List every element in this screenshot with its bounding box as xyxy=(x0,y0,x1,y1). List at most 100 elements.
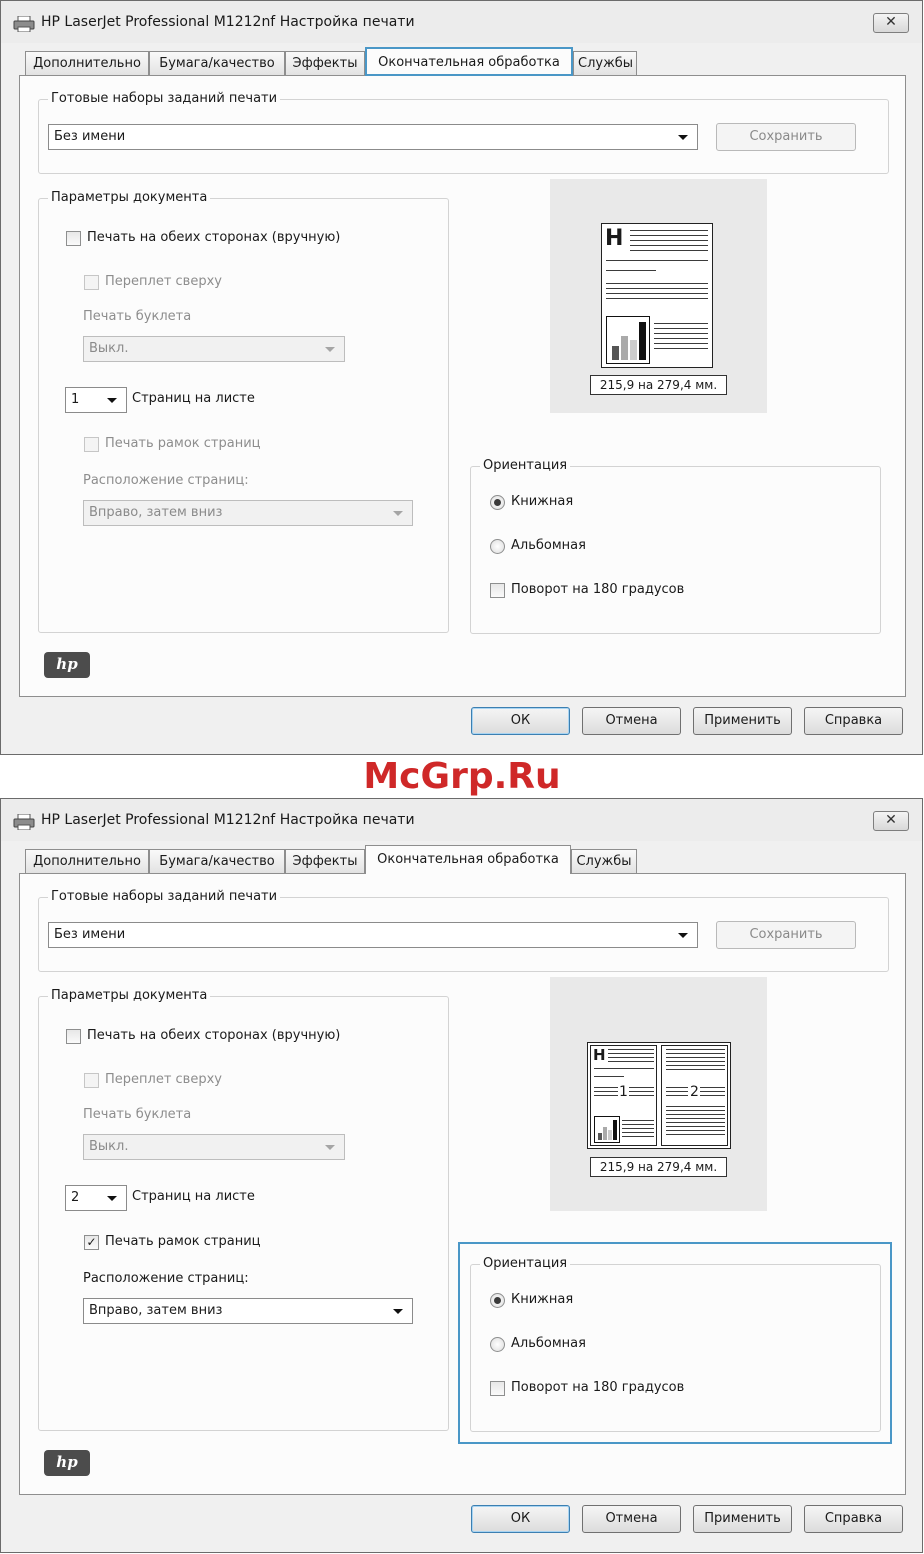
document-options-group xyxy=(38,198,449,633)
page-order-label: Расположение страниц: xyxy=(83,473,249,488)
hp-logo: hp xyxy=(44,652,90,678)
print-borders-checkbox[interactable] xyxy=(84,437,99,452)
tab-effects[interactable]: Эффекты xyxy=(285,849,365,873)
landscape-radio[interactable] xyxy=(490,539,505,554)
chevron-down-icon xyxy=(678,135,688,140)
orientation-label: Ориентация xyxy=(480,458,571,473)
rotate-180-checkbox[interactable] xyxy=(490,583,505,598)
flip-up-checkbox[interactable] xyxy=(84,275,99,290)
booklet-value: Выкл. xyxy=(89,1139,129,1154)
document-options-group xyxy=(38,996,449,1431)
window-title: HP LaserJet Professional M1212nf Настрой… xyxy=(41,14,415,30)
page-preview: H 1 2 215,9 на 279,4 мм. xyxy=(550,977,767,1211)
booklet-dropdown[interactable]: Выкл. xyxy=(83,1134,345,1160)
help-button[interactable]: Справка xyxy=(804,1505,903,1533)
page-order-dropdown[interactable]: Вправо, затем вниз xyxy=(83,500,413,526)
flip-up-checkbox[interactable] xyxy=(84,1073,99,1088)
presets-dropdown[interactable]: Без имени xyxy=(48,124,698,150)
document-options-label: Параметры документа xyxy=(48,988,211,1003)
duplex-checkbox[interactable] xyxy=(66,1029,81,1044)
landscape-radio[interactable] xyxy=(490,1337,505,1352)
cancel-button[interactable]: Отмена xyxy=(582,1505,681,1533)
presets-group-label: Готовые наборы заданий печати xyxy=(48,91,281,106)
rotate-180-label: Поворот на 180 градусов xyxy=(511,582,685,597)
ok-button[interactable]: ОК xyxy=(471,1505,570,1533)
ok-button[interactable]: ОК xyxy=(471,707,570,735)
hp-logo: hp xyxy=(44,1450,90,1476)
tab-panel: Готовые наборы заданий печати Без имени … xyxy=(19,873,906,1495)
page-order-label: Расположение страниц: xyxy=(83,1271,249,1286)
preview-sheet: H 1 2 xyxy=(587,1042,731,1149)
page-order-value: Вправо, затем вниз xyxy=(89,505,223,520)
save-preset-button[interactable]: Сохранить xyxy=(716,921,856,949)
tab-finishing[interactable]: Окончательная обработка xyxy=(365,47,573,76)
tab-advanced[interactable]: Дополнительно xyxy=(25,51,149,75)
cancel-button[interactable]: Отмена xyxy=(582,707,681,735)
portrait-label: Книжная xyxy=(511,1292,574,1307)
chevron-down-icon xyxy=(107,398,117,403)
pages-per-sheet-label: Страниц на листе xyxy=(132,1189,255,1204)
flip-up-label: Переплет сверху xyxy=(105,274,222,289)
pages-per-sheet-label: Страниц на листе xyxy=(132,391,255,406)
rotate-180-checkbox[interactable] xyxy=(490,1381,505,1396)
apply-button[interactable]: Применить xyxy=(693,707,792,735)
page-number-2: 2 xyxy=(690,1084,699,1100)
tab-advanced[interactable]: Дополнительно xyxy=(25,849,149,873)
landscape-label: Альбомная xyxy=(511,1336,586,1351)
booklet-dropdown[interactable]: Выкл. xyxy=(83,336,345,362)
page-preview: H 215,9 на 279,4 мм. xyxy=(550,179,767,413)
flip-up-label: Переплет сверху xyxy=(105,1072,222,1087)
rotate-180-label: Поворот на 180 градусов xyxy=(511,1380,685,1395)
apply-button[interactable]: Применить xyxy=(693,1505,792,1533)
duplex-label: Печать на обеих сторонах (вручную) xyxy=(87,230,341,245)
page-order-value: Вправо, затем вниз xyxy=(89,1303,223,1318)
paper-size-label: 215,9 на 279,4 мм. xyxy=(590,1157,727,1177)
tab-services[interactable]: Службы xyxy=(571,849,637,873)
check-icon: ✓ xyxy=(86,1235,97,1249)
portrait-radio[interactable] xyxy=(490,1293,505,1308)
print-settings-dialog-2: HP LaserJet Professional M1212nf Настрой… xyxy=(0,798,923,1553)
chevron-down-icon xyxy=(325,347,335,352)
page-number-1: 1 xyxy=(619,1084,628,1100)
save-preset-button[interactable]: Сохранить xyxy=(716,123,856,151)
preview-letter: H xyxy=(605,226,624,251)
booklet-value: Выкл. xyxy=(89,341,129,356)
page-order-dropdown[interactable]: Вправо, затем вниз xyxy=(83,1298,413,1324)
chevron-down-icon xyxy=(393,1309,403,1314)
close-icon: ✕ xyxy=(885,812,897,828)
print-borders-checkbox[interactable]: ✓ xyxy=(84,1235,99,1250)
chevron-down-icon xyxy=(107,1196,117,1201)
portrait-radio[interactable] xyxy=(490,495,505,510)
booklet-label: Печать буклета xyxy=(83,1107,192,1122)
close-button[interactable]: ✕ xyxy=(873,811,909,831)
help-button[interactable]: Справка xyxy=(804,707,903,735)
pages-per-sheet-dropdown[interactable]: 1 xyxy=(65,387,127,413)
orientation-label: Ориентация xyxy=(480,1256,571,1271)
watermark: McGrp.Ru xyxy=(363,756,561,797)
tab-paper-quality[interactable]: Бумага/качество xyxy=(149,849,285,873)
preview-page-2: 2 xyxy=(661,1045,728,1146)
tab-paper-quality[interactable]: Бумага/качество xyxy=(149,51,285,75)
tab-panel: Готовые наборы заданий печати Без имени … xyxy=(19,75,906,697)
close-icon: ✕ xyxy=(885,14,897,30)
duplex-checkbox[interactable] xyxy=(66,231,81,246)
landscape-label: Альбомная xyxy=(511,538,586,553)
chevron-down-icon xyxy=(393,511,403,516)
close-button[interactable]: ✕ xyxy=(873,13,909,33)
tab-services[interactable]: Службы xyxy=(573,51,637,75)
printer-icon xyxy=(13,814,35,830)
print-borders-label: Печать рамок страниц xyxy=(105,1234,261,1249)
chevron-down-icon xyxy=(678,933,688,938)
preview-page: H xyxy=(601,223,713,368)
paper-size-label: 215,9 на 279,4 мм. xyxy=(590,375,727,395)
pages-per-sheet-dropdown[interactable]: 2 xyxy=(65,1185,127,1211)
tab-finishing[interactable]: Окончательная обработка xyxy=(365,845,571,874)
preview-page-1: H 1 xyxy=(590,1045,657,1146)
presets-group-label: Готовые наборы заданий печати xyxy=(48,889,281,904)
presets-dropdown[interactable]: Без имени xyxy=(48,922,698,948)
document-options-label: Параметры документа xyxy=(48,190,211,205)
printer-icon xyxy=(13,16,35,32)
chart-icon xyxy=(594,1116,620,1143)
pages-per-sheet-value: 1 xyxy=(71,392,80,407)
tab-effects[interactable]: Эффекты xyxy=(285,51,365,75)
